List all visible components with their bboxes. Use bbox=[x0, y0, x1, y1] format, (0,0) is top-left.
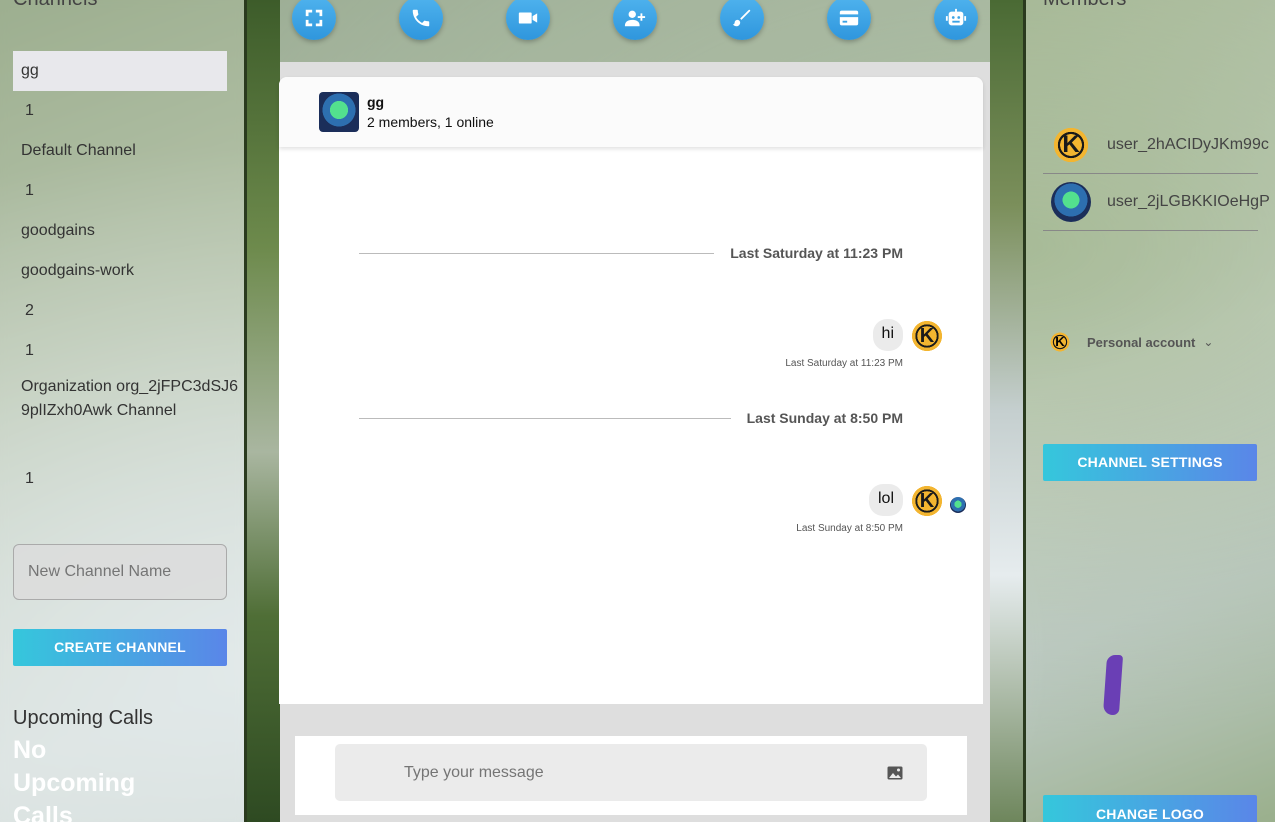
video-icon bbox=[518, 12, 538, 24]
channel-item-default[interactable]: Default Channel bbox=[13, 131, 243, 171]
channel-item[interactable]: 1 bbox=[13, 91, 243, 131]
channel-list: gg 1 Default Channel 1 goodgains goodgai… bbox=[13, 51, 243, 499]
channel-item-organization[interactable]: Organization org_2jFPC3dSJ69plIZxh0Awk C… bbox=[13, 371, 243, 459]
theme-button[interactable] bbox=[720, 0, 764, 40]
phone-icon bbox=[412, 9, 430, 27]
channels-title: Channels bbox=[13, 0, 98, 11]
sender-avatar bbox=[910, 484, 944, 518]
channel-settings-button[interactable]: CHANNEL SETTINGS bbox=[1043, 444, 1257, 481]
channel-item[interactable]: 1 bbox=[13, 459, 243, 499]
channels-sidebar: Channels gg 1 Default Channel 1 goodgain… bbox=[0, 0, 244, 822]
read-receipt-avatar bbox=[950, 497, 966, 513]
members-title: Members bbox=[1043, 0, 1126, 11]
chat-window: gg 2 members, 1 online Last Saturday at … bbox=[279, 77, 983, 704]
member-name: user_2hACIDyJKm99c bbox=[1107, 136, 1269, 153]
channel-item-goodgains[interactable]: goodgains bbox=[13, 211, 243, 251]
chat-channel-name: gg bbox=[367, 94, 385, 110]
change-logo-button[interactable]: CHANGE LOGO bbox=[1043, 795, 1257, 822]
background-forest-left bbox=[244, 0, 280, 822]
credit-card-icon bbox=[839, 10, 859, 26]
account-label: Personal account bbox=[1087, 334, 1196, 350]
new-channel-input[interactable] bbox=[13, 544, 227, 600]
member-avatar bbox=[1051, 182, 1091, 222]
member-name: user_2jLGBKKIOeHgP bbox=[1107, 193, 1270, 210]
bot-button[interactable] bbox=[934, 0, 978, 40]
date-separator: Last Sunday at 8:50 PM bbox=[746, 410, 903, 426]
message-timestamp: Last Saturday at 11:23 PM bbox=[785, 358, 903, 369]
date-separator-line bbox=[359, 253, 714, 254]
member-item[interactable]: user_2hACIDyJKm99c bbox=[1043, 117, 1269, 174]
account-switcher[interactable]: Personal account ⌄ bbox=[1049, 331, 1214, 353]
robot-icon bbox=[945, 8, 967, 26]
member-avatar bbox=[1051, 125, 1091, 165]
message-input[interactable] bbox=[335, 744, 927, 801]
channel-avatar bbox=[319, 92, 359, 132]
upcoming-calls-title: Upcoming Calls bbox=[13, 707, 154, 729]
channel-item-gg[interactable]: gg bbox=[13, 51, 227, 91]
toolbar bbox=[280, 0, 990, 62]
upcoming-calls-empty: No Upcoming Calls bbox=[13, 736, 136, 822]
fullscreen-button[interactable] bbox=[292, 0, 336, 40]
date-separator-line bbox=[359, 418, 731, 419]
account-avatar bbox=[1049, 331, 1071, 353]
channel-item[interactable]: 2 bbox=[13, 291, 243, 331]
create-channel-button[interactable]: CREATE CHANNEL bbox=[13, 629, 227, 666]
background-forest-right bbox=[990, 0, 1026, 822]
message-bubble[interactable]: lol bbox=[868, 484, 903, 516]
channel-item[interactable]: 1 bbox=[13, 171, 243, 211]
channel-item-goodgains-work[interactable]: goodgains-work bbox=[13, 251, 243, 291]
date-separator: Last Saturday at 11:23 PM bbox=[730, 245, 903, 261]
payment-button[interactable] bbox=[827, 0, 871, 40]
add-member-button[interactable] bbox=[613, 0, 657, 40]
fullscreen-icon bbox=[305, 9, 323, 27]
image-upload-icon[interactable] bbox=[887, 766, 903, 780]
message-bubble[interactable]: hi bbox=[872, 319, 903, 351]
sender-avatar bbox=[910, 319, 944, 353]
members-sidebar: Members user_2hACIDyJKm99c user_2jLGBKKI… bbox=[1026, 0, 1275, 822]
channel-item[interactable]: 1 bbox=[13, 331, 243, 371]
brush-icon bbox=[732, 9, 751, 27]
video-call-button[interactable] bbox=[506, 0, 550, 40]
chat-header: gg 2 members, 1 online bbox=[279, 77, 983, 147]
chat-member-count: 2 members, 1 online bbox=[367, 114, 494, 130]
add-user-icon bbox=[624, 10, 646, 27]
message-timestamp: Last Sunday at 8:50 PM bbox=[796, 523, 903, 534]
voice-call-button[interactable] bbox=[399, 0, 443, 40]
member-item[interactable]: user_2jLGBKKIOeHgP bbox=[1043, 174, 1270, 231]
chevron-down-icon: ⌄ bbox=[1203, 335, 1214, 349]
